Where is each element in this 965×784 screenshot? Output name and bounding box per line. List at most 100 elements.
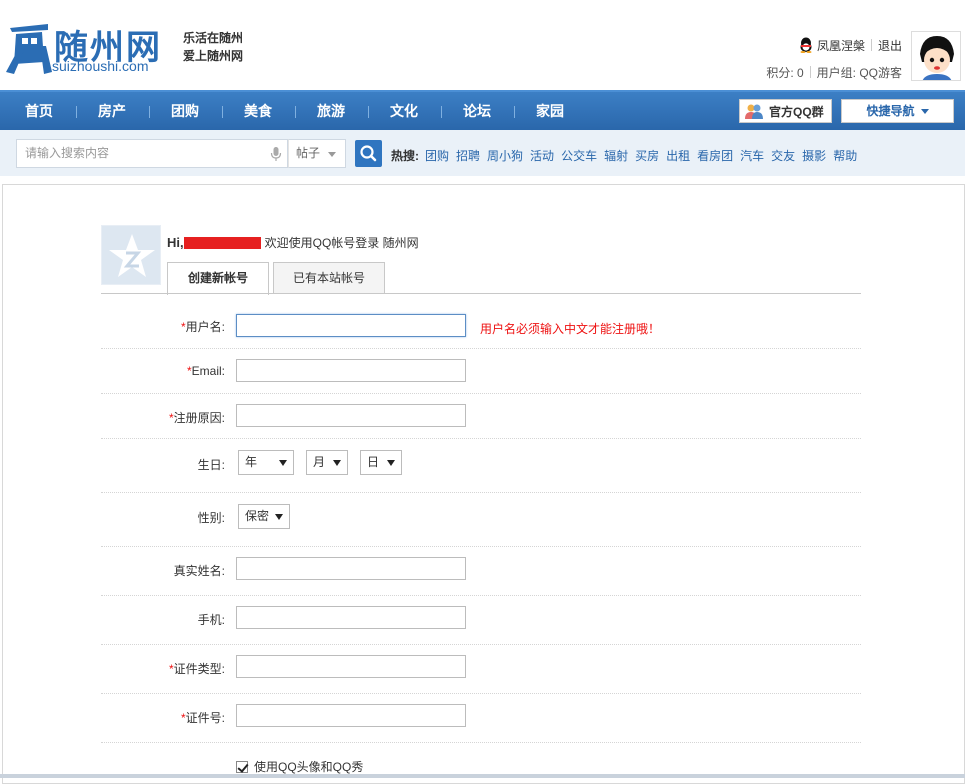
chevron-down-icon: [275, 514, 283, 520]
realname-label: 真实姓名:: [173, 564, 225, 578]
main-nav: 首页 房产 团购 美食 旅游 文化 论坛 家园 官方QQ群 快捷导航: [0, 90, 965, 130]
nav-item-groupbuy[interactable]: 团购: [171, 92, 199, 130]
hot-link[interactable]: 招聘: [456, 147, 480, 164]
chevron-down-icon: [387, 460, 395, 466]
row-email: *Email:: [101, 349, 861, 394]
hot-link[interactable]: 公交车: [561, 147, 597, 164]
search-icon: [360, 145, 377, 162]
username-input[interactable]: [236, 314, 466, 337]
qq-group-button[interactable]: 官方QQ群: [739, 99, 832, 123]
nav-divider: [222, 106, 223, 118]
quick-nav-button[interactable]: 快捷导航: [841, 99, 954, 123]
username-hint: 用户名必须输入中文才能注册哦！: [480, 322, 661, 336]
tab-create-account[interactable]: 创建新帐号: [167, 262, 269, 295]
hot-link[interactable]: 看房团: [697, 147, 733, 164]
phone-input[interactable]: [236, 606, 466, 629]
birthday-label: 生日:: [197, 458, 225, 472]
qq-group-label: 官方QQ群: [769, 104, 824, 119]
row-birthday: 生日:: [101, 439, 861, 493]
hot-search-label: 热搜:: [391, 149, 419, 163]
site-logo[interactable]: 随州网 suizhoushi.com: [4, 16, 164, 78]
user-bar: 凤凰涅槃 退出 积分: 0 用户组: QQ游客: [766, 36, 902, 80]
idnum-input[interactable]: [236, 704, 466, 727]
search-button[interactable]: [355, 140, 382, 167]
birth-day-select[interactable]: 日: [360, 450, 402, 475]
use-qq-avatar-label: 使用QQ头像和QQ秀: [254, 760, 364, 774]
tab-existing-account[interactable]: 已有本站帐号: [273, 262, 385, 294]
row-idnum: *证件号:: [101, 694, 861, 743]
nav-item-home[interactable]: 首页: [25, 92, 53, 130]
qzone-star-icon: [109, 234, 155, 277]
gender-label: 性别:: [197, 511, 225, 525]
search-bar: 请输入搜索内容 帖子 热搜: 团购 招聘 周小狗 活动 公交车 辐射 买房 出租…: [0, 130, 965, 176]
chevron-down-icon: [333, 460, 341, 466]
chevron-down-icon: [279, 460, 287, 466]
nav-item-culture[interactable]: 文化: [390, 92, 418, 130]
nav-divider: [295, 106, 296, 118]
slogan: 乐活在随州 爱上随州网: [183, 29, 243, 65]
hot-link[interactable]: 摄影: [802, 147, 826, 164]
hot-link[interactable]: 周小狗: [487, 147, 523, 164]
use-qq-avatar-option[interactable]: 使用QQ头像和QQ秀: [236, 758, 363, 775]
hot-link[interactable]: 出租: [666, 147, 690, 164]
hot-link[interactable]: 活动: [530, 147, 554, 164]
qq-default-avatar: [101, 225, 161, 285]
redacted-username: [183, 236, 261, 249]
hot-search: 热搜: 团购 招聘 周小狗 活动 公交车 辐射 买房 出租 看房团 汽车 交友 …: [391, 147, 864, 164]
hot-link[interactable]: 交友: [771, 147, 795, 164]
email-label: *Email:: [186, 364, 225, 378]
nav-item-forum[interactable]: 论坛: [463, 92, 491, 130]
row-realname: 真实姓名:: [101, 547, 861, 596]
microphone-icon[interactable]: [270, 147, 282, 161]
avatar[interactable]: [911, 31, 961, 81]
use-qq-avatar-checkbox[interactable]: [236, 760, 248, 773]
birth-month-select[interactable]: 月: [306, 450, 348, 475]
row-idtype: *证件类型:: [101, 645, 861, 694]
hi-label: Hi,: [167, 235, 184, 250]
hot-link[interactable]: 买房: [635, 147, 659, 164]
welcome-text: Hi, 欢迎使用QQ帐号登录 随州网: [167, 234, 419, 251]
search-type-value: 帖子: [296, 146, 321, 160]
nav-item-home-space[interactable]: 家园: [536, 92, 564, 130]
chevron-down-icon: [328, 152, 336, 157]
usergroup-text[interactable]: 用户组: QQ游客: [817, 64, 902, 81]
username-label: *用户名:: [180, 320, 225, 334]
qq-group-icon: [745, 104, 763, 119]
quick-nav-label: 快捷导航: [866, 104, 915, 118]
month-value: 月: [313, 455, 326, 469]
site-header: 随州网 suizhoushi.com 乐活在随州 爱上随州网 凤凰涅槃 退出 积…: [0, 0, 965, 90]
hot-link[interactable]: 帮助: [833, 147, 857, 164]
hot-link[interactable]: 汽车: [740, 147, 764, 164]
birth-year-select[interactable]: 年: [238, 450, 294, 475]
idnum-label: *证件号:: [180, 711, 225, 725]
gender-select[interactable]: 保密: [238, 504, 290, 529]
year-value: 年: [245, 455, 258, 469]
slogan-line1: 乐活在随州: [183, 31, 244, 45]
nav-divider: [514, 106, 515, 118]
username-link[interactable]: 凤凰涅槃: [817, 37, 865, 54]
gender-value: 保密: [245, 509, 270, 523]
idtype-input[interactable]: [236, 655, 466, 678]
day-value: 日: [367, 455, 380, 469]
reason-label: *注册原因:: [168, 411, 225, 425]
nav-item-food[interactable]: 美食: [244, 92, 272, 130]
reason-input[interactable]: [236, 404, 466, 427]
nav-item-realestate[interactable]: 房产: [98, 92, 126, 130]
hot-link[interactable]: 辐射: [604, 147, 628, 164]
nav-item-travel[interactable]: 旅游: [317, 92, 345, 130]
qq-penguin-icon: [800, 37, 812, 53]
email-field[interactable]: [236, 359, 466, 382]
realname-input[interactable]: [236, 557, 466, 580]
search-input[interactable]: 请输入搜索内容: [16, 139, 288, 168]
idtype-label: *证件类型:: [168, 662, 225, 676]
divider: [870, 39, 872, 51]
nav-divider: [149, 106, 150, 118]
taskbar-strip: [0, 774, 965, 778]
phone-label: 手机:: [197, 613, 225, 627]
row-gender: 性别:: [101, 493, 861, 547]
points-text[interactable]: 积分: 0: [766, 64, 803, 81]
row-phone: 手机:: [101, 596, 861, 645]
search-type-select[interactable]: 帖子: [288, 139, 346, 168]
logout-link[interactable]: 退出: [878, 37, 902, 54]
hot-link[interactable]: 团购: [425, 147, 449, 164]
